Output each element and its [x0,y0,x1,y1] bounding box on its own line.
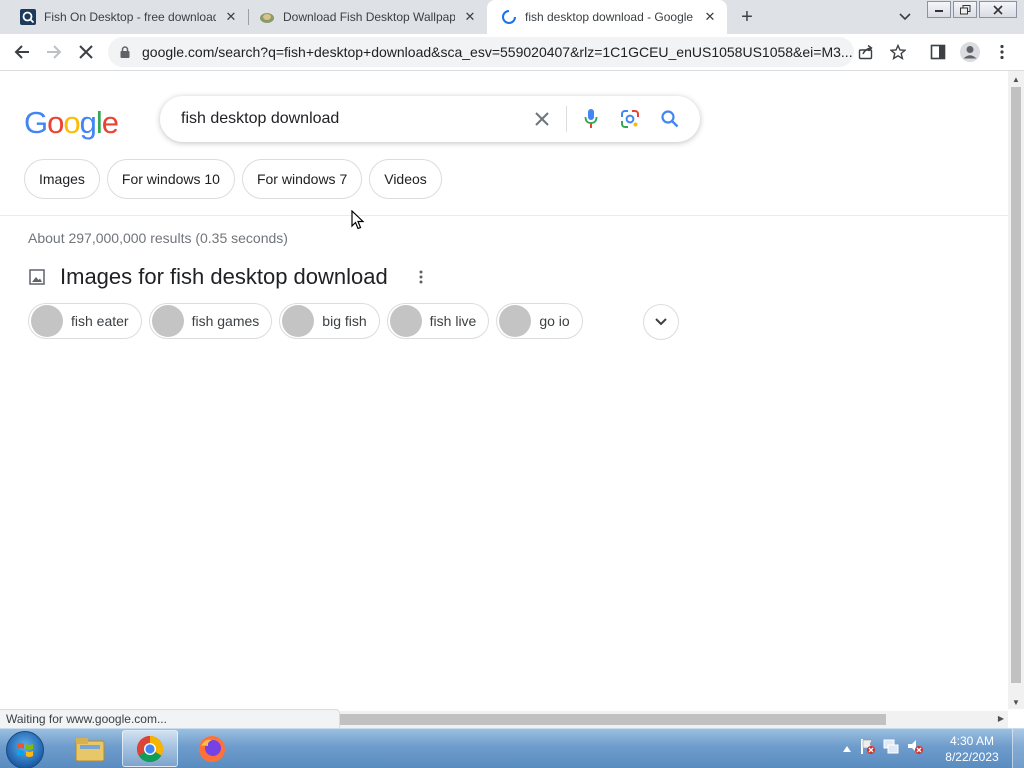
microphone-icon[interactable] [579,107,603,131]
tab-title: Fish On Desktop - free download [44,10,216,24]
side-panel-icon[interactable] [928,42,948,62]
related-chip[interactable]: fish eater [28,303,142,339]
scroll-thumb[interactable] [340,714,886,725]
related-chip-label: big fish [322,313,367,329]
taskbar-clock[interactable]: 4:30 AM 8/22/2023 [938,733,1006,765]
profile-avatar-icon[interactable] [960,42,980,62]
clear-search-icon[interactable] [530,107,554,131]
chip-thumbnail [282,305,315,337]
expand-chevron-icon[interactable] [643,304,679,340]
related-chip[interactable]: fish live [386,303,490,339]
chip-thumbnail [31,305,63,337]
system-tray [842,737,924,760]
tab-title: fish desktop download - Google Search [525,10,695,24]
search-icon[interactable] [658,107,682,131]
taskbar-explorer[interactable] [62,730,118,767]
restore-button[interactable] [953,1,977,18]
clock-time: 4:30 AM [949,734,995,748]
filter-chip-windows-10[interactable]: For windows 10 [106,159,235,199]
address-bar[interactable]: google.com/search?q=fish+desktop+downloa… [108,37,854,67]
logo-letter: G [24,105,48,140]
url-text: google.com/search?q=fish+desktop+downloa… [142,44,853,60]
browser-menu-icon[interactable] [992,42,1012,62]
clock-date: 8/22/2023 [945,750,999,764]
chip-thumbnail [151,305,184,337]
filter-chip-windows-7[interactable]: For windows 7 [241,159,363,199]
related-image-chips: fish eater fish games big fish fish live… [28,303,583,339]
logo-letter: o [63,105,80,140]
windows-logo-icon [17,743,33,757]
windows-taskbar: 4:30 AM 8/22/2023 [0,728,1024,768]
horizontal-scrollbar[interactable]: ▶ [340,711,1008,728]
search-input[interactable]: fish desktop download [181,110,339,128]
folder-icon [75,737,105,761]
action-center-flag-icon[interactable] [858,737,876,760]
close-window-button[interactable] [979,1,1017,18]
taskbar-chrome[interactable] [122,730,178,767]
logo-letter: e [101,105,119,140]
tab-fish-wallpaper[interactable]: Download Fish Desktop Wallpaper ✕ [239,0,487,34]
vertical-scrollbar[interactable]: ▲ ▼ [1008,71,1024,709]
chip-thumbnail [389,305,422,337]
tab-fish-on-desktop[interactable]: Fish On Desktop - free download ✕ [0,0,248,34]
related-chip-label: fish eater [71,313,129,329]
tab-title: Download Fish Desktop Wallpaper [283,10,455,24]
images-section-title[interactable]: Images for fish desktop download [60,264,388,290]
volume-muted-icon[interactable] [906,737,924,760]
chip-thumbnail [499,305,532,337]
filter-chip-images[interactable]: Images [24,159,100,199]
related-chip[interactable]: big fish [279,303,380,339]
fish-site-icon [259,9,275,25]
stop-loading-icon[interactable] [76,42,96,62]
tab-search-chevron-icon[interactable] [896,8,914,26]
images-section-header: Images for fish desktop download [28,264,428,290]
lock-icon[interactable] [118,45,132,59]
loading-spinner-icon [501,9,517,25]
search-box[interactable]: fish desktop download [160,96,700,142]
related-chip[interactable]: go io [496,303,583,339]
taskbar-firefox[interactable] [184,730,240,767]
google-logo[interactable]: Google [24,105,119,141]
filter-chips: Images For windows 10 For windows 7 Vide… [24,159,442,199]
google-lens-icon[interactable] [618,107,642,131]
tab-close-icon[interactable]: ✕ [222,8,240,26]
result-stats: About 297,000,000 results (0.35 seconds) [28,230,288,246]
logo-letter: o [47,105,64,140]
scroll-thumb[interactable] [1011,87,1021,683]
status-bubble: Waiting for www.google.com... [0,709,340,728]
magnifier-app-icon [20,9,36,25]
tab-close-icon[interactable]: ✕ [461,8,479,26]
search-results-page: Google fish desktop download Images For … [0,71,1008,709]
network-icon[interactable] [882,737,900,760]
back-arrow-icon[interactable] [12,42,32,62]
image-icon [28,268,46,286]
browser-toolbar: google.com/search?q=fish+desktop+downloa… [0,34,1024,71]
firefox-icon [199,735,225,762]
header-divider [0,215,1008,216]
related-chip[interactable]: fish games [148,303,273,339]
show-hidden-icons-icon[interactable] [842,740,852,758]
scroll-down-arrow-icon[interactable]: ▼ [1012,698,1020,707]
filter-chip-videos[interactable]: Videos [369,159,442,199]
search-divider [566,106,567,132]
scroll-right-arrow-icon[interactable]: ▶ [998,714,1004,723]
share-icon[interactable] [856,42,876,62]
chrome-icon [136,735,164,762]
forward-arrow-icon[interactable] [44,42,64,62]
new-tab-button[interactable]: + [736,6,758,28]
tab-google-search[interactable]: fish desktop download - Google Search ✕ [487,0,727,34]
tab-close-icon[interactable]: ✕ [701,8,719,26]
tab-strip: Fish On Desktop - free download ✕ Downlo… [0,0,1024,34]
show-desktop-button[interactable] [1012,729,1024,768]
bookmark-star-icon[interactable] [888,42,908,62]
more-options-icon[interactable] [414,267,428,287]
mouse-cursor-icon [351,210,365,230]
minimize-button[interactable] [927,1,951,18]
related-chip-label: fish games [191,313,260,329]
related-chip-label: go io [539,313,570,329]
scroll-up-arrow-icon[interactable]: ▲ [1012,75,1020,84]
start-button[interactable] [6,731,44,768]
related-chip-label: fish live [429,313,477,329]
logo-letter: g [79,105,97,140]
